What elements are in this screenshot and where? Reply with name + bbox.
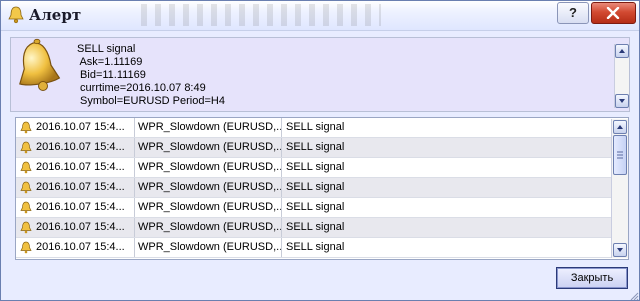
title-background-pattern bbox=[141, 4, 381, 26]
alert-time: 2016.10.07 15:4... bbox=[36, 161, 125, 173]
bell-icon bbox=[20, 241, 32, 254]
alert-time: 2016.10.07 15:4... bbox=[36, 181, 125, 193]
bell-icon bbox=[19, 38, 61, 91]
alerts-scrollbar[interactable] bbox=[611, 119, 628, 258]
table-row[interactable]: 2016.10.07 15:4... WPR_Slowdown (EURUSD,… bbox=[16, 118, 612, 138]
message-panel: SELL signal Ask=1.11169 Bid=11.11169 cur… bbox=[10, 37, 630, 112]
scroll-down-button[interactable] bbox=[613, 243, 627, 257]
chevron-up-icon bbox=[619, 49, 625, 53]
window-close-button[interactable] bbox=[591, 2, 636, 24]
message-line: Symbol=EURUSD Period=H4 bbox=[77, 95, 225, 107]
chevron-down-icon bbox=[619, 99, 625, 103]
message-line: Ask=1.11169 bbox=[77, 56, 143, 68]
alert-message: SELL signal bbox=[286, 181, 345, 193]
time-cell: 2016.10.07 15:4... bbox=[16, 138, 135, 157]
alert-message: SELL signal bbox=[286, 201, 345, 213]
close-button[interactable]: Закрыть bbox=[556, 267, 628, 289]
table-row[interactable]: 2016.10.07 15:4... WPR_Slowdown (EURUSD,… bbox=[16, 158, 612, 178]
alert-message: SELL signal bbox=[286, 221, 345, 233]
table-row[interactable]: 2016.10.07 15:4... WPR_Slowdown (EURUSD,… bbox=[16, 198, 612, 218]
table-row[interactable]: 2016.10.07 15:4... WPR_Slowdown (EURUSD,… bbox=[16, 218, 612, 238]
alert-expert: WPR_Slowdown (EURUSD,... bbox=[135, 158, 282, 177]
time-cell: 2016.10.07 15:4... bbox=[16, 158, 135, 177]
alert-message: SELL signal bbox=[286, 121, 345, 133]
alert-expert: WPR_Slowdown (EURUSD,... bbox=[135, 238, 282, 257]
close-icon bbox=[606, 7, 620, 19]
time-cell: 2016.10.07 15:4... bbox=[16, 218, 135, 237]
alert-expert: WPR_Slowdown (EURUSD,... bbox=[135, 138, 282, 157]
chevron-down-icon bbox=[617, 248, 623, 252]
alert-message: SELL signal bbox=[286, 161, 345, 173]
window-title: Алерт bbox=[29, 6, 82, 24]
time-cell: 2016.10.07 15:4... bbox=[16, 238, 135, 257]
scroll-thumb[interactable] bbox=[613, 135, 627, 175]
alerts-list[interactable]: 2016.10.07 15:4... WPR_Slowdown (EURUSD,… bbox=[15, 117, 629, 260]
message-line: Bid=11.11169 bbox=[77, 69, 146, 81]
table-row[interactable]: 2016.10.07 15:4... WPR_Slowdown (EURUSD,… bbox=[16, 178, 612, 198]
help-button[interactable]: ? bbox=[557, 2, 589, 24]
table-row[interactable]: 2016.10.07 15:4... WPR_Slowdown (EURUSD,… bbox=[16, 238, 612, 258]
alert-time: 2016.10.07 15:4... bbox=[36, 241, 125, 253]
bell-icon bbox=[20, 221, 32, 234]
bell-icon bbox=[20, 201, 32, 214]
bell-icon bbox=[20, 121, 32, 134]
scroll-down-button[interactable] bbox=[615, 94, 629, 108]
alert-time: 2016.10.07 15:4... bbox=[36, 121, 125, 133]
alert-message: SELL signal bbox=[286, 241, 345, 253]
bell-icon bbox=[8, 6, 24, 24]
alert-message-text: SELL signal Ask=1.11169 Bid=11.11169 cur… bbox=[77, 43, 225, 108]
alert-time: 2016.10.07 15:4... bbox=[36, 141, 125, 153]
alert-time: 2016.10.07 15:4... bbox=[36, 221, 125, 233]
message-line: currtime=2016.10.07 8:49 bbox=[77, 82, 206, 94]
bell-icon bbox=[20, 181, 32, 194]
alert-expert: WPR_Slowdown (EURUSD,... bbox=[135, 118, 282, 137]
time-cell: 2016.10.07 15:4... bbox=[16, 178, 135, 197]
time-cell: 2016.10.07 15:4... bbox=[16, 198, 135, 217]
alert-expert: WPR_Slowdown (EURUSD,... bbox=[135, 198, 282, 217]
title-bar[interactable]: Алерт ? bbox=[1, 1, 639, 31]
chevron-up-icon bbox=[617, 125, 623, 129]
bell-icon bbox=[20, 161, 32, 174]
message-scrollbar[interactable] bbox=[614, 44, 629, 108]
alert-time: 2016.10.07 15:4... bbox=[36, 201, 125, 213]
table-row[interactable]: 2016.10.07 15:4... WPR_Slowdown (EURUSD,… bbox=[16, 138, 612, 158]
alert-expert: WPR_Slowdown (EURUSD,... bbox=[135, 218, 282, 237]
alert-expert: WPR_Slowdown (EURUSD,... bbox=[135, 178, 282, 197]
grip-icon bbox=[617, 151, 623, 159]
scroll-up-button[interactable] bbox=[615, 44, 629, 58]
alert-message: SELL signal bbox=[286, 141, 345, 153]
bell-icon bbox=[20, 141, 32, 154]
message-line: SELL signal bbox=[77, 43, 136, 55]
scroll-up-button[interactable] bbox=[613, 120, 627, 134]
time-cell: 2016.10.07 15:4... bbox=[16, 118, 135, 137]
resize-grip-icon[interactable] bbox=[629, 291, 639, 300]
alert-window: Алерт ? SELL signal Ask=1.11169 Bid=11.1… bbox=[0, 0, 640, 301]
